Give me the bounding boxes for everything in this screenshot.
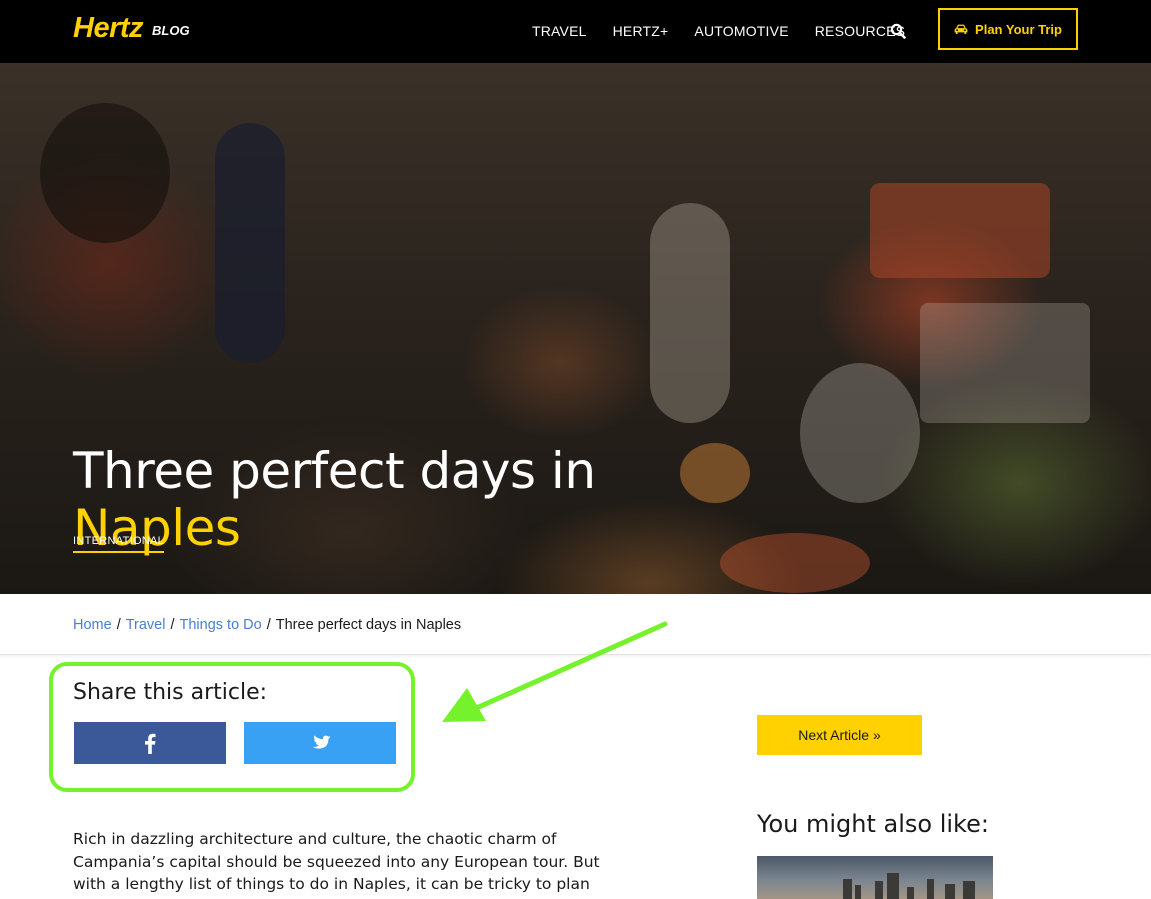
breadcrumb-separator: / (266, 617, 271, 633)
breadcrumb: Home / Travel / Things to Do / Three perfect d… (73, 616, 461, 634)
breadcrumb-home[interactable]: Home (73, 617, 112, 633)
thumbnail-building (945, 884, 955, 899)
category-tag[interactable]: INTERNATIONAL (73, 535, 165, 553)
hertz-blog-logo[interactable]: Hertz BLOG (73, 12, 190, 44)
main-nav: TRAVEL HERTZ+ AUTOMOTIVE RESOURCES (532, 22, 931, 40)
plan-your-trip-label: Plan Your Trip (975, 21, 1062, 37)
thumbnail-building (927, 879, 934, 899)
logo-wordmark: Hertz (73, 12, 144, 44)
hero-sign-shape (870, 183, 1050, 278)
share-twitter-button[interactable] (244, 722, 396, 764)
facebook-icon (145, 733, 156, 754)
article-intro-paragraph: Rich in dazzling architecture and cultur… (73, 830, 600, 893)
hero-image: Three perfect days in Naples (0, 63, 1151, 594)
next-article-button[interactable]: Next Article » (757, 715, 922, 755)
hero-pizza-shape (680, 443, 750, 503)
hero-shadow-shape (40, 103, 170, 243)
share-facebook-button[interactable] (74, 722, 226, 764)
you-might-also-like-heading: You might also like: (757, 810, 989, 838)
search-icon[interactable] (890, 23, 906, 39)
breadcrumb-travel[interactable]: Travel (126, 617, 166, 633)
breadcrumb-things-to-do[interactable]: Things to Do (180, 617, 262, 633)
top-navigation-bar: Hertz BLOG TRAVEL HERTZ+ AUTOMOTIVE RESO… (0, 0, 1151, 63)
annotation-arrow (442, 621, 668, 722)
hero-pizza-shape (720, 533, 870, 593)
nav-item-automotive[interactable]: AUTOMOTIVE (694, 22, 788, 40)
thumbnail-building (843, 879, 852, 899)
thumbnail-building (887, 873, 899, 899)
related-article-thumbnail[interactable] (757, 856, 993, 899)
thumbnail-building (963, 881, 975, 899)
nav-item-hertz-plus[interactable]: HERTZ+ (613, 22, 669, 40)
twitter-icon (312, 735, 330, 749)
thumbnail-building (875, 881, 883, 899)
breadcrumb-separator: / (170, 617, 175, 633)
share-title: Share this article: (73, 680, 268, 705)
nav-item-travel[interactable]: TRAVEL (532, 22, 587, 40)
thumbnail-building (855, 885, 861, 899)
hero-figure-shape (215, 123, 285, 363)
car-icon (954, 24, 968, 34)
plan-your-trip-button[interactable]: Plan Your Trip (938, 8, 1078, 50)
hero-brick-shape (920, 303, 1090, 423)
hero-figure-shape (650, 203, 730, 423)
article-title-line1: Three perfect days in (73, 442, 596, 500)
hero-figure-shape (800, 363, 920, 503)
logo-subtitle: BLOG (152, 23, 190, 38)
breadcrumb-separator: / (116, 617, 121, 633)
thumbnail-building (907, 887, 914, 899)
